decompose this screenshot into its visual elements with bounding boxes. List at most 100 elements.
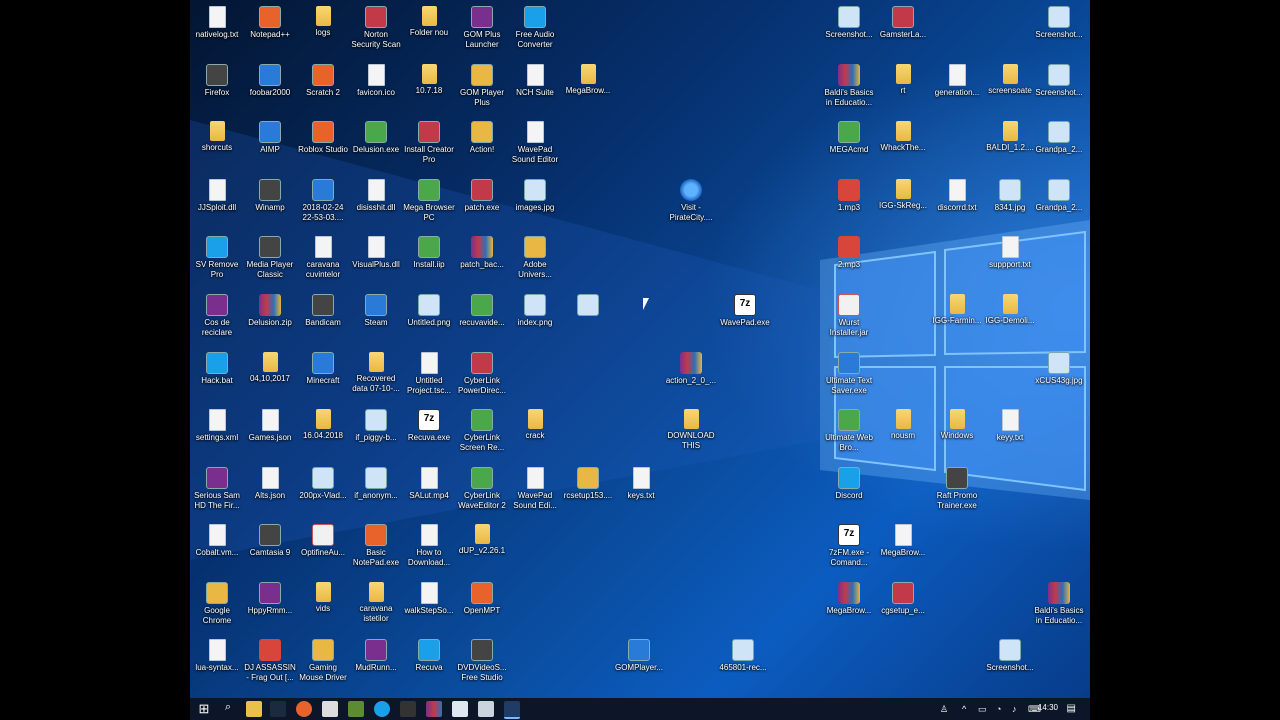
desktop-icon[interactable]: Delusion.zip [243, 288, 297, 328]
desktop-icon[interactable]: SV Remove Pro [190, 230, 244, 280]
desktop-icon[interactable]: MegaBrow... [822, 576, 876, 616]
desktop-icon[interactable]: caravana istetilor [349, 576, 403, 624]
desktop-icon[interactable]: patch.exe [455, 173, 509, 213]
desktop-icon[interactable]: discorrd.txt [930, 173, 984, 213]
winrar-icon[interactable] [426, 701, 442, 717]
desktop-icon[interactable]: Grandpa_2... [1032, 115, 1086, 155]
desktop-icon[interactable]: 7zFM.exe - Comand... [822, 518, 876, 568]
desktop-icon[interactable]: How to Download... [402, 518, 456, 568]
desktop-icon[interactable]: 200px-Vlad... [296, 461, 350, 501]
desktop-icon[interactable]: if_piggy-b... [349, 403, 403, 443]
desktop-icon[interactable]: SALut.mp4 [402, 461, 456, 501]
desktop-icon[interactable]: Visit - PirateCity.... [664, 173, 718, 223]
desktop-icon[interactable]: Alts.json [243, 461, 297, 501]
desktop-icon[interactable]: Cobalt.vm... [190, 518, 244, 558]
desktop-icon[interactable]: WavePad Sound Editor [508, 115, 562, 165]
desktop-icon[interactable]: AIMP [243, 115, 297, 155]
desktop-icon[interactable]: OptifineAu... [296, 518, 350, 558]
desktop-icon[interactable]: Baldi's Basics in Educatio... [1032, 576, 1086, 626]
desktop-icon[interactable]: GOM Plus Launcher [455, 0, 509, 50]
desktop-icon[interactable]: Games.json [243, 403, 297, 443]
desktop-icon[interactable]: 2018-02-24 22-53-03.... [296, 173, 350, 223]
desktop-icon[interactable]: JJSploit.dll [190, 173, 244, 213]
desktop-icon[interactable]: Hack.bat [190, 346, 244, 386]
desktop-icon[interactable]: Action! [455, 115, 509, 155]
desktop-icon[interactable]: foobar2000 [243, 58, 297, 98]
taskbar-clock[interactable]: 14:30 [1038, 703, 1058, 712]
desktop-icon[interactable]: caravana cuvintelor [296, 230, 350, 280]
desktop-icon[interactable]: MudRunn... [349, 633, 403, 673]
desktop-icon[interactable]: Delusion.exe [349, 115, 403, 155]
firefox-icon[interactable] [296, 701, 312, 717]
desktop-icon[interactable]: disisshit.dll [349, 173, 403, 213]
desktop-icon[interactable]: 10.7.18 [402, 58, 456, 96]
desktop-icon[interactable]: lua-syntax... [190, 633, 244, 673]
desktop-icon[interactable]: Screenshot... [983, 633, 1037, 673]
desktop-icon[interactable]: generation... [930, 58, 984, 98]
desktop-icon[interactable]: settings.xml [190, 403, 244, 443]
desktop-icon[interactable]: images.jpg [508, 173, 562, 213]
desktop-icon[interactable]: Wurst Installer.jar [822, 288, 876, 338]
desktop-icon[interactable]: Media Player Classic [243, 230, 297, 280]
desktop-icon[interactable]: dUP_v2.26.1 [455, 518, 509, 556]
desktop-icon[interactable]: CyberLink PowerDirec... [455, 346, 509, 396]
desktop-icon[interactable]: cgsetup_e... [876, 576, 930, 616]
desktop-icon[interactable]: 04,10,2017 [243, 346, 297, 384]
desktop-icon[interactable]: walkStepSo... [402, 576, 456, 616]
desktop-icon[interactable]: Roblox Studio [296, 115, 350, 155]
desktop-icon[interactable]: Minecraft [296, 346, 350, 386]
desktop-icon[interactable]: WavePad.exe [718, 288, 772, 328]
desktop-icon[interactable]: Windows [930, 403, 984, 441]
start-button[interactable]: ⊞ [196, 701, 212, 717]
desktop-icon[interactable] [561, 288, 615, 318]
pin-icon[interactable] [270, 701, 286, 717]
desktop-icon[interactable]: rt [876, 58, 930, 96]
desktop-icon[interactable]: xCUS43g.jpg [1032, 346, 1086, 386]
desktop-icon[interactable]: logs [296, 0, 350, 38]
desktop-icon[interactable]: 8341.jpg [983, 173, 1037, 213]
skype-icon[interactable] [374, 701, 390, 717]
desktop-icon[interactable]: Recuva.exe [402, 403, 456, 443]
desktop-icon[interactable]: Ultimate Text Saver.exe [822, 346, 876, 396]
desktop-icon[interactable]: Install.iip [402, 230, 456, 270]
desktop-icon[interactable]: MegaBrow... [561, 58, 615, 96]
desktop-icon[interactable]: if_anonym... [349, 461, 403, 501]
desktop-icon[interactable]: GOMPlayer... [612, 633, 666, 673]
desktop-icon[interactable]: Untitled Project.tsc... [402, 346, 456, 396]
desktop-icon[interactable]: Mega Browser PC [402, 173, 456, 223]
desktop-icon[interactable]: shorcuts [190, 115, 244, 153]
desktop-icon[interactable]: CyberLink Screen Re... [455, 403, 509, 453]
desktop-icon[interactable]: screensoate [983, 58, 1037, 96]
desktop-icon[interactable]: VisualPlus.dll [349, 230, 403, 270]
desktop-icon[interactable]: Discord [822, 461, 876, 501]
desktop-icon[interactable]: 16.04.2018 [296, 403, 350, 441]
desktop-icon[interactable]: Scratch 2 [296, 58, 350, 98]
desktop[interactable]: nativelog.txt Notepad++ logs Norton Securit… [190, 0, 1090, 720]
minecraft-icon[interactable] [348, 701, 364, 717]
volume-icon[interactable]: ♪ [1012, 703, 1017, 715]
settings-icon[interactable] [400, 701, 416, 717]
search-icon[interactable]: ⌕ [220, 701, 236, 717]
desktop-icon[interactable]: 1.mp3 [822, 173, 876, 213]
desktop-icon[interactable]: Norton Security Scan [349, 0, 403, 50]
desktop-icon[interactable]: Bandicam [296, 288, 350, 328]
desktop-icon[interactable]: index.png [508, 288, 562, 328]
desktop-icon[interactable]: Gaming Mouse Driver [296, 633, 350, 683]
desktop-icon[interactable]: 2.mp3 [822, 230, 876, 270]
desktop-icon[interactable]: MegaBrow... [876, 518, 930, 558]
desktop-icon[interactable]: favicon.ico [349, 58, 403, 98]
desktop-icon[interactable]: HppyRmm... [243, 576, 297, 616]
desktop-icon[interactable]: GOM Player Plus [455, 58, 509, 108]
desktop-icon[interactable]: Notepad++ [243, 0, 297, 40]
cmd-icon[interactable] [504, 701, 520, 719]
desktop-icon[interactable]: suppport.txt [983, 230, 1037, 270]
desktop-icon[interactable]: action_2_0_... [664, 346, 718, 386]
desktop-icon[interactable]: Raft Promo Trainer.exe [930, 461, 984, 511]
desktop-icon[interactable]: Cos de reciclare [190, 288, 244, 338]
notifications-icon[interactable]: ▤ [1067, 703, 1076, 715]
desktop-icon[interactable]: Grandpa_2... [1032, 173, 1086, 213]
desktop-icon[interactable]: DVDVideoS... Free Studio [455, 633, 509, 683]
desktop-icon[interactable]: Untitled.png [402, 288, 456, 328]
desktop-icon[interactable]: keys.txt [614, 461, 668, 501]
desktop-icon[interactable]: keyy.txt [983, 403, 1037, 443]
